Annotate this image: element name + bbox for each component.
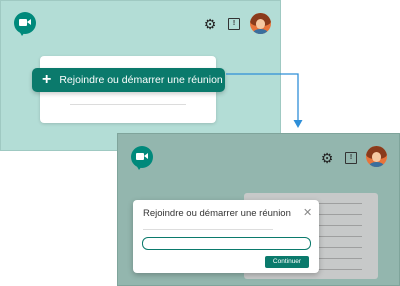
avatar[interactable] xyxy=(366,146,387,167)
dialog-title: Rejoindre ou démarrer une réunion xyxy=(143,208,291,219)
google-meet-logo-icon xyxy=(131,146,153,172)
join-meeting-dialog: Rejoindre ou démarrer une réunion ✕ Cont… xyxy=(133,200,319,273)
divider xyxy=(143,229,273,230)
gear-icon[interactable]: ⚙ xyxy=(320,151,334,165)
feedback-glyph: ! xyxy=(345,152,357,164)
meeting-code-input[interactable] xyxy=(142,237,311,250)
close-icon[interactable]: ✕ xyxy=(303,206,312,219)
continue-button[interactable]: Continuer xyxy=(265,256,309,268)
feedback-icon[interactable]: ! xyxy=(344,151,358,165)
